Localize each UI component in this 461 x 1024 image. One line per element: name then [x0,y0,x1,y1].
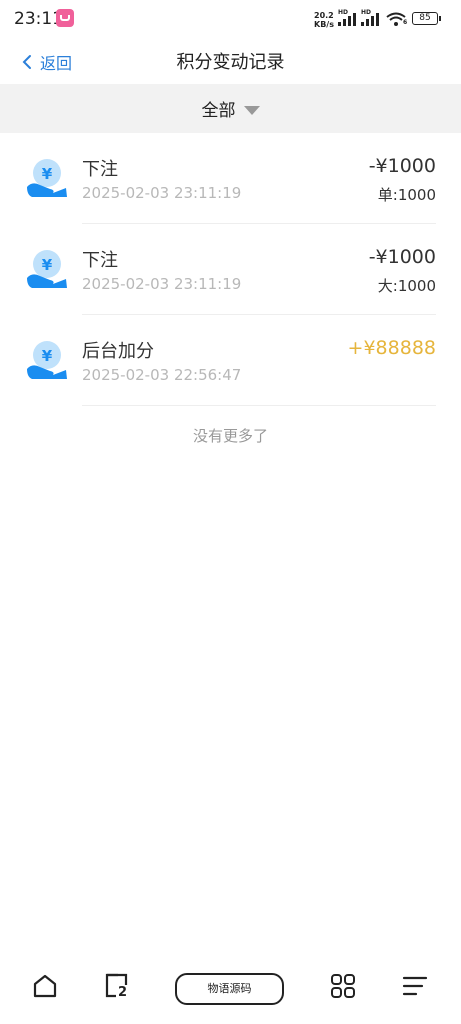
coin-hand-icon: ¥ [27,341,67,379]
record-amount: -¥1000 [368,246,436,268]
app-notification-icon [56,9,74,27]
signal-icon-2 [361,12,381,26]
caret-down-icon [243,105,260,115]
svg-text:¥: ¥ [42,347,53,365]
record-name: 后台加分 [82,341,154,362]
status-bar: 23:11 20.2 KB/s HD HD 6 85 [0,0,461,38]
record-detail: 大:1000 [377,277,436,295]
record-time: 2025-02-03 23:11:19 [82,275,242,293]
network-speed: 20.2 KB/s [314,11,334,29]
record-time: 2025-02-03 22:56:47 [82,366,242,384]
nav-bar: 返回 积分变动记录 [0,38,461,84]
list-item[interactable]: ¥ 后台加分 2025-02-03 22:56:47 +¥88888 [0,315,461,406]
wifi-label: 6 [403,19,408,26]
records-list: ¥ 下注 2025-02-03 23:11:19 -¥1000 单:1000 ¥… [0,133,461,406]
filter-dropdown[interactable]: 全部 [0,84,461,133]
record-name: 下注 [82,250,118,271]
tabs-button[interactable]: 2 [104,973,130,1000]
filter-label: 全部 [201,101,236,121]
coin-hand-icon: ¥ [27,250,67,288]
svg-text:¥: ¥ [42,165,53,183]
svg-text:¥: ¥ [42,256,53,274]
record-name: 下注 [82,159,118,180]
grid-menu-icon[interactable] [330,973,356,999]
record-amount: -¥1000 [368,155,436,177]
divider [82,405,436,406]
coin-hand-icon: ¥ [27,159,67,197]
record-amount: +¥88888 [347,337,436,359]
record-time: 2025-02-03 23:11:19 [82,184,242,202]
brand-pill-button[interactable]: 物语源码 [175,973,284,1005]
no-more-text: 没有更多了 [192,427,268,445]
list-item[interactable]: ¥ 下注 2025-02-03 23:11:19 -¥1000 大:1000 [0,224,461,315]
list-item[interactable]: ¥ 下注 2025-02-03 23:11:19 -¥1000 单:1000 [0,133,461,224]
bottom-bar: 2 物语源码 [0,955,461,1024]
home-icon[interactable] [32,973,58,999]
tabs-count: 2 [118,985,128,1000]
signal-icon [338,12,358,26]
menu-icon[interactable] [402,973,428,999]
battery-icon: 85 [412,12,441,25]
page-title: 积分变动记录 [176,52,285,73]
record-detail: 单:1000 [377,186,436,204]
